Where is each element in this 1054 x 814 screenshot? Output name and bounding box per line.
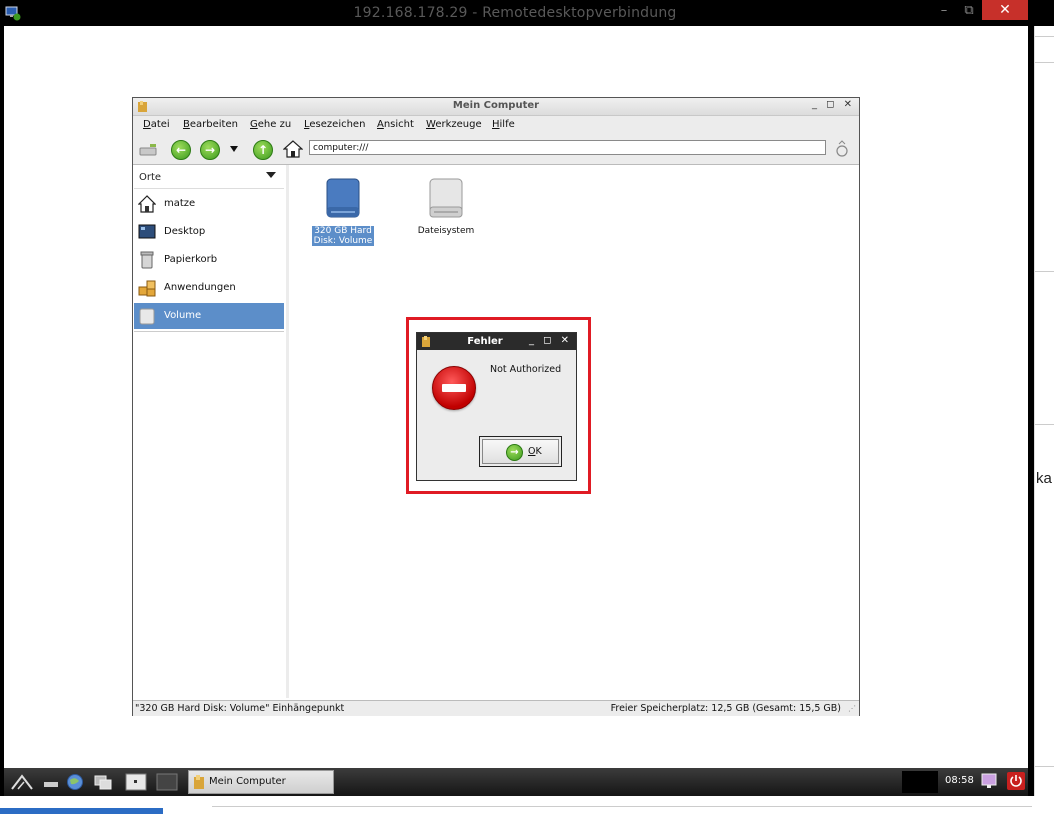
host-active-tab-indicator [0,808,163,814]
taskbar: Mein Computer 08:58 [4,768,1028,796]
drive-icon [429,178,463,218]
home-icon[interactable] [283,139,303,159]
hard-disk-icon [326,178,360,218]
ok-label: OK [528,446,542,457]
arrow-right-icon: → [204,143,216,157]
chevron-down-icon [266,172,276,178]
places-dropdown[interactable]: Orte [134,168,284,189]
menubar: Datei Bearbeiten Gehe zu Lesezeichen Ans… [133,116,859,134]
window-switcher-icon[interactable] [94,773,112,791]
show-desktop-icon[interactable] [42,773,60,791]
desktop-icon [138,224,156,239]
statusbar: "320 GB Hard Disk: Volume" Einhängepunkt… [133,700,859,716]
sidebar-item-anwendungen[interactable]: Anwendungen [134,275,284,301]
sidebar-item-volume[interactable]: Volume [134,303,284,329]
ok-arrow-icon: → [506,444,523,461]
file-manager-title: Mein Computer [452,100,540,111]
rdp-restore-button[interactable]: ⧉ [957,0,981,21]
dialog-message: Not Authorized [490,364,562,375]
background-window-text: ka [1036,470,1052,487]
window-control-buttons[interactable]: _ ◻ ✕ [812,99,855,110]
address-bar-input[interactable]: computer:/// [309,140,826,155]
folder-icon [194,775,204,789]
rdp-minimize-button[interactable]: – [932,0,956,21]
dialog-titlebar[interactable]: Fehler _ ◻ ✕ [417,333,576,350]
status-mount-point: "320 GB Hard Disk: Volume" Einhängepunkt [135,703,345,714]
back-button[interactable]: ← [171,140,191,160]
network-icon[interactable] [980,772,998,790]
clock[interactable]: 08:58 [945,775,974,786]
ok-button[interactable]: → OK [479,436,562,467]
forward-button[interactable]: → [200,140,220,160]
home-icon [138,195,156,213]
toolbar: ← → ↑ computer:/// [133,134,859,165]
up-button[interactable]: ↑ [253,140,273,160]
sidebar-divider [134,331,284,332]
sidebar-item-papierkorb[interactable]: Papierkorb [134,247,284,273]
cpu-monitor [902,771,938,793]
drive-icon [139,308,155,325]
background-window-edge [1034,26,1054,814]
sidebar-item-matze[interactable]: matze [134,191,284,217]
status-free-space: Freier Speicherplatz: 12,5 GB (Gesamt: 1… [610,703,841,714]
error-stop-icon [432,366,476,410]
workspace-2-icon[interactable] [156,773,178,791]
taskbar-item-mein-computer[interactable]: Mein Computer [188,770,334,794]
menu-bearbeiten[interactable]: Bearbeiten [183,119,238,130]
workspace-icon[interactable] [125,773,147,791]
file-item-dateisystem[interactable]: Dateisystem [411,177,481,236]
dialog-window-buttons[interactable]: _ ◻ ✕ [529,335,572,346]
menu-datei[interactable]: Datei [143,119,170,130]
applications-icon [138,280,156,297]
rdp-window-title: 192.168.178.29 - Remotedesktopverbindung [353,5,677,21]
browser-icon[interactable] [66,773,84,791]
rdp-titlebar: 192.168.178.29 - Remotedesktopverbindung… [0,0,1054,26]
menu-ansicht[interactable]: Ansicht [377,119,414,130]
arrow-left-icon: ← [175,143,187,157]
sidebar-item-desktop[interactable]: Desktop [134,219,284,245]
resize-grip-icon[interactable]: ⋰ [848,704,856,713]
file-item-320gb-volume[interactable]: 320 GB Hard Disk: Volume [308,177,378,246]
power-icon [1010,775,1022,787]
trash-icon [140,251,154,269]
start-menu-icon[interactable] [10,773,36,791]
menu-lesezeichen[interactable]: Lesezeichen [304,119,365,130]
drive-add-icon[interactable] [138,139,158,159]
error-dialog: Fehler _ ◻ ✕ Not Authorized → OK [416,332,577,481]
menu-hilfe[interactable]: Hilfe [492,119,515,130]
file-manager-titlebar[interactable]: Mein Computer _ ◻ ✕ [133,98,859,116]
menu-gehe-zu[interactable]: Gehe zu [250,119,291,130]
arrow-up-icon: ↑ [257,143,269,157]
rdp-close-button[interactable]: ✕ [982,0,1028,20]
history-dropdown-icon[interactable] [228,144,240,154]
menu-werkzeuge[interactable]: Werkzeuge [426,119,482,130]
go-icon[interactable] [833,140,853,160]
power-button[interactable] [1007,772,1025,790]
places-sidebar: Orte matze Desktop Papierkorb Anwendunge… [133,165,287,698]
host-divider [212,806,1032,807]
